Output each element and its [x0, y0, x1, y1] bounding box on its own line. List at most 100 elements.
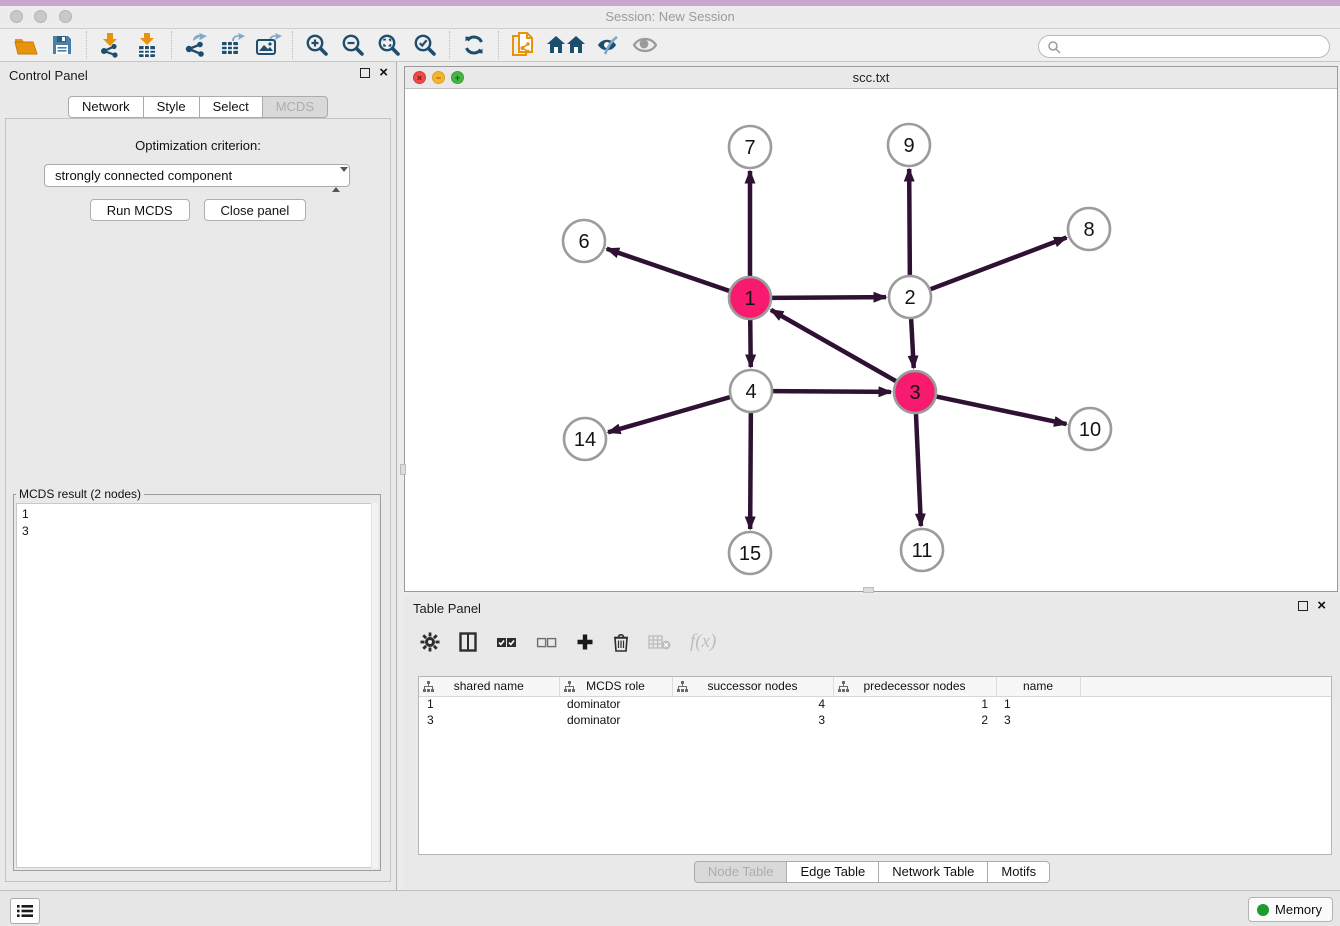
export-network-button[interactable] — [181, 31, 211, 59]
column-header-MCDS-role[interactable]: MCDS role — [559, 677, 672, 696]
tab-network-table[interactable]: Network Table — [879, 861, 988, 883]
tab-select[interactable]: Select — [200, 96, 263, 118]
column-header-predecessor-nodes[interactable]: predecessor nodes — [833, 677, 996, 696]
graph-edge-4-14[interactable] — [608, 397, 730, 432]
zoom-in-button[interactable] — [302, 31, 332, 59]
close-panel-icon[interactable]: × — [379, 67, 388, 79]
close-panel-button[interactable]: Close panel — [204, 199, 307, 221]
duplicate-network-button[interactable] — [508, 31, 538, 59]
hide-graphics-button[interactable] — [594, 31, 624, 59]
graph-node-11[interactable]: 11 — [901, 529, 943, 571]
graph-edge-2-8[interactable] — [931, 238, 1067, 290]
save-floppy-icon — [51, 34, 73, 56]
tab-motifs[interactable]: Motifs — [988, 861, 1050, 883]
graph-node-3[interactable]: 3 — [894, 371, 936, 413]
tab-style[interactable]: Style — [144, 96, 200, 118]
search-icon — [1047, 40, 1061, 54]
column-header-name[interactable]: name — [996, 677, 1080, 696]
refresh-button[interactable] — [459, 31, 489, 59]
graph-node-9[interactable]: 9 — [888, 124, 930, 166]
column-view-button[interactable] — [459, 632, 477, 652]
search-input[interactable] — [1038, 35, 1330, 58]
home-button[interactable] — [544, 31, 588, 59]
export-image-button[interactable] — [253, 31, 283, 59]
minimize-window-button[interactable] — [34, 10, 47, 23]
tab-network[interactable]: Network — [68, 96, 144, 118]
close-panel-icon[interactable]: × — [1317, 600, 1326, 612]
table-options-button[interactable] — [420, 632, 440, 652]
hide-all-columns-button[interactable] — [536, 635, 557, 649]
graph-node-2[interactable]: 2 — [889, 276, 931, 318]
graph-edge-1-6[interactable] — [607, 249, 729, 291]
graph-edge-4-15[interactable] — [750, 413, 751, 529]
zoom-selected-button[interactable] — [410, 31, 440, 59]
criterion-dropdown[interactable]: strongly connected component — [44, 164, 350, 187]
graph-node-15[interactable]: 15 — [729, 532, 771, 574]
show-all-columns-button[interactable] — [496, 635, 517, 649]
graph-edge-1-4[interactable] — [750, 320, 751, 367]
graph-node-10[interactable]: 10 — [1069, 408, 1111, 450]
splitter-grip-left[interactable] — [400, 464, 406, 475]
export-table-button[interactable] — [217, 31, 247, 59]
float-panel-icon[interactable] — [360, 68, 370, 78]
mcds-result-text[interactable]: 1 3 — [16, 503, 378, 868]
run-mcds-button[interactable]: Run MCDS — [90, 199, 190, 221]
cell-MCDS-role[interactable]: dominator — [559, 696, 672, 712]
graph-node-14[interactable]: 14 — [564, 418, 606, 460]
save-session-button[interactable] — [47, 31, 77, 59]
cell-successor-nodes[interactable]: 3 — [672, 712, 833, 728]
network-canvas[interactable]: 7 9 6 8 1 2 4 3 14 10 15 11 — [405, 89, 1337, 591]
column-header-successor-nodes[interactable]: successor nodes — [672, 677, 833, 696]
graph-node-6[interactable]: 6 — [563, 220, 605, 262]
delete-column-button[interactable] — [613, 633, 629, 652]
graph-node-7[interactable]: 7 — [729, 126, 771, 168]
tab-node-table[interactable]: Node Table — [694, 861, 788, 883]
unchecked-boxes-icon — [536, 635, 557, 649]
tab-edge-table[interactable]: Edge Table — [787, 861, 879, 883]
graph-edge-1-2[interactable] — [772, 297, 886, 298]
cell-shared-name[interactable]: 3 — [419, 712, 559, 728]
network-close-button[interactable]: × — [413, 71, 426, 84]
cell-shared-name[interactable]: 1 — [419, 696, 559, 712]
graph-edge-3-11[interactable] — [916, 414, 921, 526]
graph-edge-3-1[interactable] — [771, 310, 896, 381]
graph-edge-2-3[interactable] — [911, 319, 914, 368]
graph-edge-3-10[interactable] — [937, 397, 1067, 424]
cell-successor-nodes[interactable]: 4 — [672, 696, 833, 712]
column-header-shared-name[interactable]: shared name — [419, 677, 559, 696]
zoom-fit-button[interactable] — [374, 31, 404, 59]
import-table-button[interactable] — [132, 31, 162, 59]
cell-MCDS-role[interactable]: dominator — [559, 712, 672, 728]
result-scrollbar[interactable] — [371, 503, 378, 868]
import-network-button[interactable] — [96, 31, 126, 59]
table-row[interactable]: 1dominator411 — [419, 696, 1331, 712]
network-minimize-button[interactable]: − — [432, 71, 445, 84]
float-panel-icon[interactable] — [1298, 601, 1308, 611]
create-column-button[interactable] — [576, 633, 594, 651]
hierarchy-icon — [838, 681, 849, 692]
cell-predecessor-nodes[interactable]: 2 — [833, 712, 996, 728]
cell-predecessor-nodes[interactable]: 1 — [833, 696, 996, 712]
graph-edge-4-3[interactable] — [773, 391, 891, 392]
task-history-button[interactable] — [10, 898, 40, 924]
network-maximize-button[interactable]: + — [451, 71, 464, 84]
network-window-titlebar[interactable]: × − + scc.txt — [405, 67, 1337, 89]
table-row[interactable]: 3dominator323 — [419, 712, 1331, 728]
cell-name[interactable]: 3 — [996, 712, 1080, 728]
apply-function-button[interactable]: f(x) — [690, 631, 716, 653]
open-session-button[interactable] — [11, 31, 41, 59]
graph-node-8[interactable]: 8 — [1068, 208, 1110, 250]
tab-mcds[interactable]: MCDS — [263, 96, 328, 118]
memory-button[interactable]: Memory — [1248, 897, 1333, 922]
graph-edge-2-9[interactable] — [909, 169, 910, 275]
delete-table-button[interactable] — [648, 634, 671, 650]
zoom-out-button[interactable] — [338, 31, 368, 59]
titlebar: Session: New Session — [0, 6, 1340, 29]
zoom-window-button[interactable] — [59, 10, 72, 23]
graph-node-4[interactable]: 4 — [730, 370, 772, 412]
close-window-button[interactable] — [10, 10, 23, 23]
graph-node-1[interactable]: 1 — [729, 277, 771, 319]
show-graphics-button[interactable] — [630, 31, 660, 59]
splitter-grip-bottom[interactable] — [863, 587, 874, 593]
cell-name[interactable]: 1 — [996, 696, 1080, 712]
